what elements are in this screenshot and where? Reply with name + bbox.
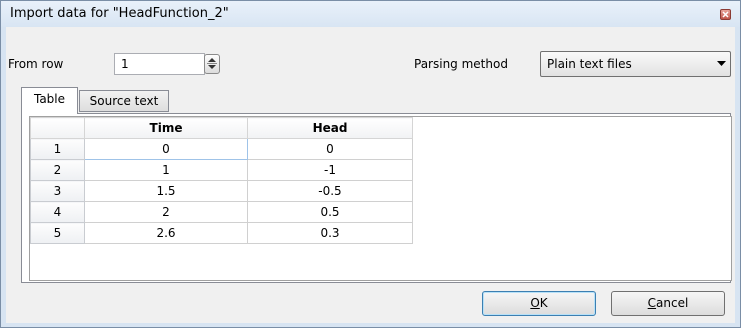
parsing-method-label: Parsing method [414,57,508,71]
from-row-spinner[interactable] [204,54,220,74]
table-row: 5 2.6 0.3 [30,222,413,244]
head-cell[interactable]: 0.5 [247,201,413,223]
head-cell[interactable]: -0.5 [247,180,413,202]
table-row: 3 1.5 -0.5 [30,180,413,202]
title-bar: Import data for "HeadFunction_2" [1,1,740,27]
head-cell[interactable]: -1 [247,159,413,181]
ok-mnemonic: O [530,296,540,310]
data-grid: Time Head 1 0 0 2 1 -1 3 1.5 -0.5 4 2 0.… [29,116,732,281]
row-header[interactable]: 2 [30,159,85,181]
parsing-method-select[interactable]: Plain text files [540,51,731,77]
table-header-row: Time Head [30,117,413,139]
dialog-body: From row Parsing method Plain text files… [6,27,735,323]
from-row-label: From row [8,57,64,71]
time-cell[interactable]: 2 [84,201,248,223]
row-header[interactable]: 4 [30,201,85,223]
ok-label-rest: K [539,296,548,310]
table-row: 4 2 0.5 [30,201,413,223]
row-header[interactable]: 5 [30,222,85,244]
tab-source-text[interactable]: Source text [79,90,169,112]
import-dialog: Import data for "HeadFunction_2" From ro… [0,0,741,328]
column-header-head[interactable]: Head [247,117,413,139]
head-cell[interactable]: 0.3 [247,222,413,244]
row-header[interactable]: 3 [30,180,85,202]
time-cell[interactable]: 0 [84,138,248,160]
close-icon [722,11,729,18]
row-header[interactable]: 1 [30,138,85,160]
chevron-down-icon [717,61,726,66]
close-button[interactable] [720,9,731,20]
head-cell[interactable]: 0 [247,138,413,160]
ok-button[interactable]: OK [482,291,596,316]
column-header-time[interactable]: Time [84,117,248,139]
corner-header[interactable] [30,117,85,139]
time-cell[interactable]: 1.5 [84,180,248,202]
spinner-icon [207,58,217,69]
cancel-button[interactable]: Cancel [611,291,725,316]
time-cell[interactable]: 2.6 [84,222,248,244]
dialog-title: Import data for "HeadFunction_2" [10,6,229,21]
from-row-input[interactable] [114,53,205,75]
tab-table[interactable]: Table [21,87,78,114]
cancel-label-rest: ancel [656,296,689,310]
cancel-mnemonic: C [647,296,657,310]
table-row: 2 1 -1 [30,159,413,181]
parsing-method-value: Plain text files [547,57,632,71]
time-cell[interactable]: 1 [84,159,248,181]
data-table: Time Head 1 0 0 2 1 -1 3 1.5 -0.5 4 2 0.… [30,117,413,244]
table-row: 1 0 0 [30,138,413,160]
